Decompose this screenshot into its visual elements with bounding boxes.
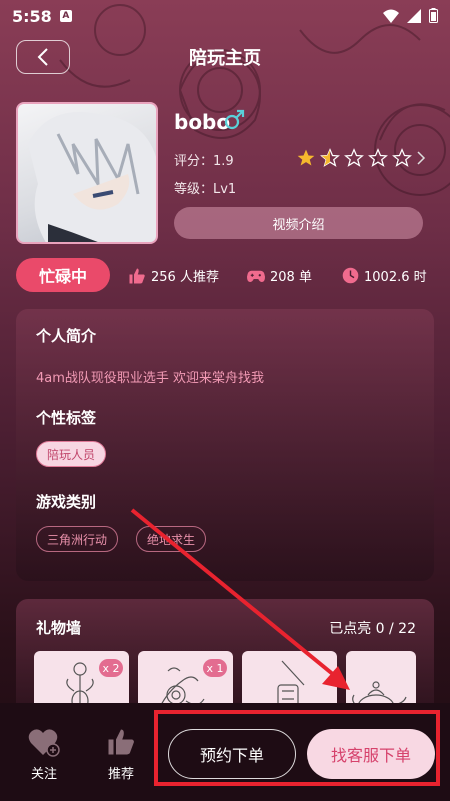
avatar-image xyxy=(28,112,156,242)
star-full-icon xyxy=(297,149,315,166)
star-empty-icon xyxy=(344,148,364,167)
rating-stars[interactable] xyxy=(296,148,426,168)
star-half-icon xyxy=(320,148,340,167)
follow-label: 关注 xyxy=(30,767,57,782)
recommend-count: 256 人推荐 xyxy=(151,270,219,285)
star-empty-icon xyxy=(368,148,388,167)
thumbs-up-icon xyxy=(129,268,145,283)
wifi-icon xyxy=(383,9,399,23)
battery-icon xyxy=(429,8,438,23)
intro-card: 个人简介 4am战队现役职业选手 欢迎来棠舟找我 个性标签 陪玩人员 游戏类别 … xyxy=(16,309,434,581)
status-bar: 5:58 A xyxy=(0,0,450,32)
orders-count: 208 单 xyxy=(270,270,312,285)
gamepad-icon xyxy=(247,270,265,282)
game-tag: 绝地求生 xyxy=(136,526,207,552)
player-name: bobo xyxy=(174,110,231,134)
bio-title: 个人简介 xyxy=(36,327,97,345)
clock-icon xyxy=(342,267,359,284)
avatar xyxy=(16,102,158,244)
tags-title: 个性标签 xyxy=(36,409,97,427)
bio-text: 4am战队现役职业选手 欢迎来棠舟找我 xyxy=(36,371,265,386)
rating-label: 评分：1.9 xyxy=(174,154,234,169)
gift-count-badge: x 2 xyxy=(99,659,123,677)
status-icons xyxy=(383,8,438,23)
service-order-button[interactable]: 找客服下单 xyxy=(307,729,435,779)
reserve-order-button[interactable]: 预约下单 xyxy=(168,729,296,779)
game-tag: 三角洲行动 xyxy=(36,526,119,552)
status-time: 5:58 xyxy=(12,6,52,26)
page-title: 陪玩主页 xyxy=(189,48,261,69)
gift-count-badge: x 1 xyxy=(203,659,227,677)
follow-button[interactable]: 关注 xyxy=(19,727,69,782)
male-gender-icon xyxy=(224,109,245,130)
level-label: 等级：Lv1 xyxy=(174,182,237,197)
recommend-button[interactable]: 推荐 xyxy=(96,727,146,782)
notification-icon: A xyxy=(59,10,72,22)
tag-item: 陪玩人员 xyxy=(36,441,107,467)
chevron-right-icon xyxy=(417,151,426,165)
hours-stat: 1002.6 时 xyxy=(342,266,427,285)
status-busy-button[interactable]: 忙碌中 xyxy=(16,258,110,292)
bottom-action-bar: 关注 推荐 预约下单 找客服下单 xyxy=(0,703,450,801)
orders-stat: 208 单 xyxy=(247,266,312,285)
games-title: 游戏类别 xyxy=(36,493,97,511)
signal-icon xyxy=(407,8,421,23)
recommend-stat: 256 人推荐 xyxy=(128,266,219,285)
hours-count: 1002.6 时 xyxy=(364,270,427,285)
gift-wall-count: 已点亮 0 / 22 xyxy=(329,621,416,637)
recommend-label: 推荐 xyxy=(107,767,134,782)
thumbs-up-icon xyxy=(108,729,134,755)
heart-plus-icon xyxy=(28,729,60,757)
video-intro-button[interactable]: 视频介绍 xyxy=(174,207,423,239)
gift-wall-title: 礼物墙 xyxy=(36,619,82,637)
star-empty-icon xyxy=(392,148,412,167)
